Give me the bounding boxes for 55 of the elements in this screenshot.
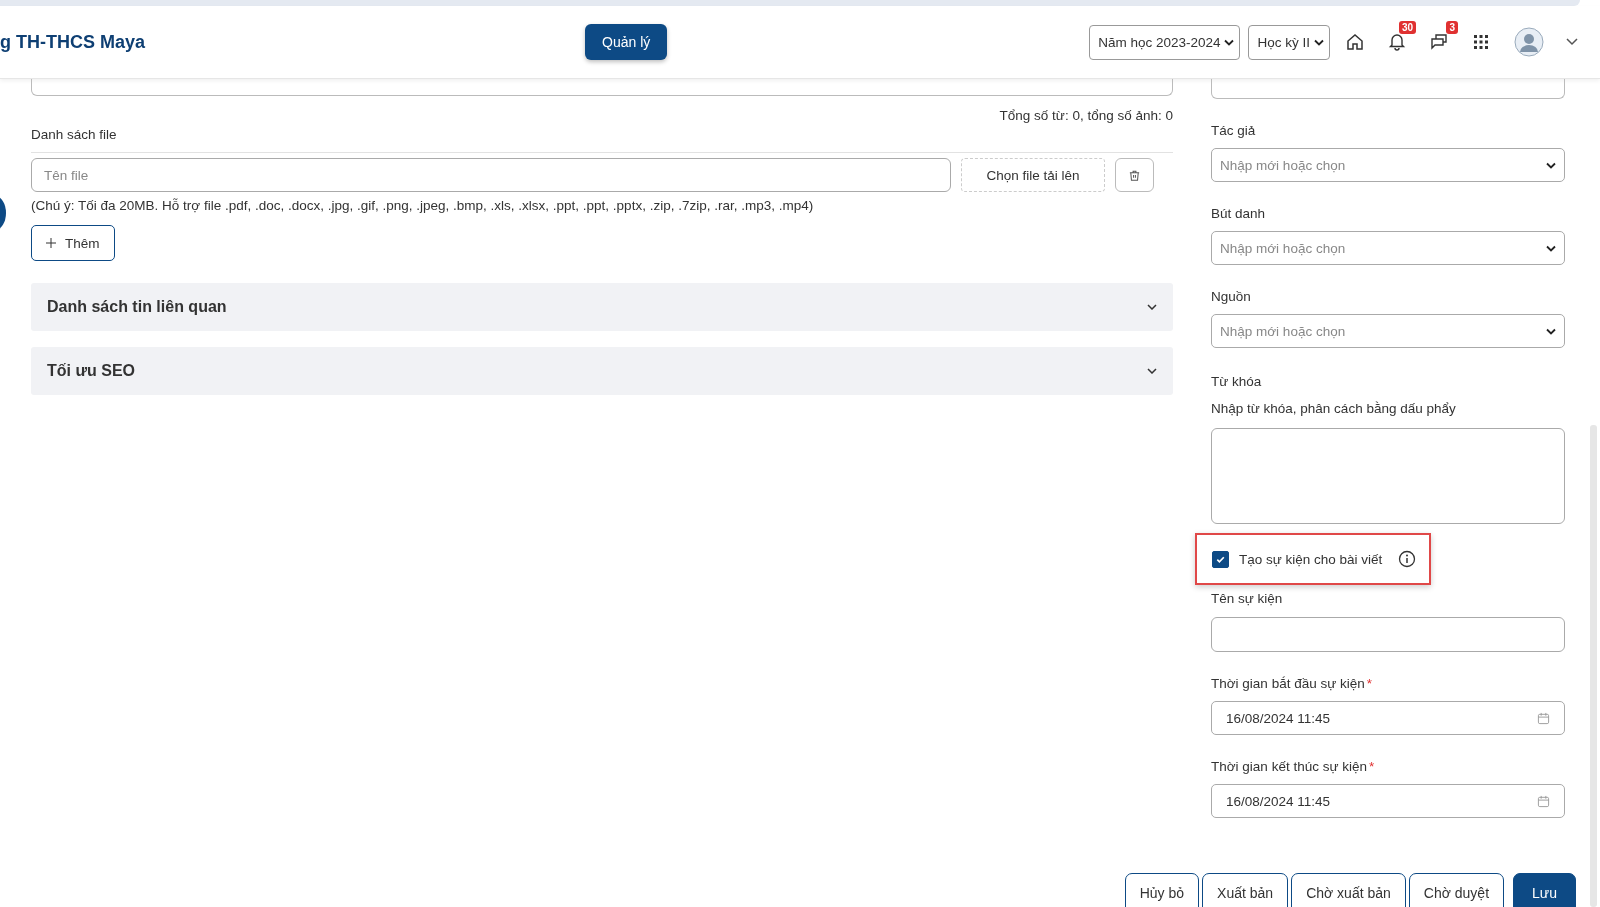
- field-label: Nguồn: [1211, 289, 1252, 304]
- file-list-label: Danh sách file: [31, 127, 118, 142]
- checkbox-label: Tạo sự kiện cho bài viết: [1239, 551, 1383, 567]
- text-field[interactable]: [31, 79, 1173, 96]
- action-button[interactable]: Chờ xuất bản: [1291, 873, 1406, 907]
- school-name: g TH-THCS Maya: [0, 31, 146, 53]
- apps-grid-icon[interactable]: [1471, 32, 1491, 52]
- field-label: Thời gian bắt đầu sự kiện: [1211, 676, 1365, 691]
- field-label: Tên sự kiện: [1211, 591, 1284, 606]
- field-label: Tác giả: [1211, 123, 1257, 138]
- select-field[interactable]: Nhập mới hoặc chọn: [1211, 314, 1565, 348]
- required-mark: *: [1366, 676, 1372, 691]
- semester-select[interactable]: Học kỳ II: [1248, 24, 1330, 60]
- keyword-hint: Nhập từ khóa, phân cách bằng dấu phẩy: [1211, 401, 1457, 416]
- field-label: Bút danh: [1211, 206, 1267, 221]
- calendar-icon: [1537, 794, 1550, 808]
- scrollbar[interactable]: [1590, 425, 1597, 907]
- notification-badge: 30: [1398, 20, 1416, 34]
- calendar-icon: [1537, 711, 1550, 725]
- checkbox[interactable]: [1212, 550, 1229, 568]
- upload-button[interactable]: Chọn file tải lên: [961, 158, 1105, 192]
- action-button[interactable]: Xuất bản: [1202, 873, 1289, 907]
- trash-icon: [1128, 168, 1141, 182]
- action-button[interactable]: Chờ duyệt: [1408, 873, 1505, 907]
- action-button[interactable]: Hủy bỏ: [1124, 873, 1200, 907]
- info-icon[interactable]: [1398, 550, 1417, 568]
- field-label: Từ khóa: [1211, 374, 1263, 389]
- chevron-down-icon: [1546, 327, 1556, 335]
- chevron-down-icon: [1546, 161, 1556, 169]
- word-count: Tổng số từ: 0, tổng số ảnh: 0: [999, 108, 1173, 123]
- date-field[interactable]: 16/08/2024 11:45: [1211, 701, 1565, 735]
- message-badge: 3: [1446, 20, 1458, 34]
- file-note: (Chú ý: Tối đa 20MB. Hỗ trợ file .pdf, .doc, .docx, .jpg, .gif, .png, .jpeg, .bmp, .xls, .xlsx, .ppt, .ppt, .pptx, .zip, .7zip, .rar, .mp3, .mp4): [31, 198, 815, 213]
- home-icon[interactable]: [1345, 32, 1365, 52]
- file-name-field[interactable]: Tên file: [31, 158, 951, 192]
- plus-icon: [46, 238, 56, 248]
- event-name-field[interactable]: [1211, 617, 1565, 652]
- field-label: Thời gian kết thúc sự kiện: [1211, 759, 1367, 774]
- chevron-down-icon: [1546, 244, 1556, 252]
- select-field[interactable]: Nhập mới hoặc chọn: [1211, 148, 1565, 182]
- manage-button[interactable]: Quản lý: [585, 24, 668, 60]
- text-field[interactable]: [1211, 79, 1565, 99]
- select-field[interactable]: Nhập mới hoặc chọn: [1211, 231, 1565, 265]
- action-button[interactable]: Lưu: [1513, 873, 1576, 907]
- required-mark: *: [1368, 759, 1375, 774]
- school-year-select[interactable]: Năm học 2023-2024: [1089, 24, 1241, 60]
- delete-button[interactable]: [1115, 158, 1154, 192]
- accordion-header[interactable]: Danh sách tin liên quan: [31, 283, 1173, 331]
- date-field[interactable]: 16/08/2024 11:45: [1211, 784, 1565, 818]
- chevron-down-icon: [1314, 38, 1324, 46]
- chevron-down-icon: [1224, 38, 1235, 46]
- avatar-icon[interactable]: [1514, 27, 1544, 57]
- add-button[interactable]: Thêm: [31, 225, 115, 261]
- chevron-down-icon[interactable]: [1566, 38, 1578, 46]
- accordion-header[interactable]: Tối ưu SEO: [31, 347, 1173, 395]
